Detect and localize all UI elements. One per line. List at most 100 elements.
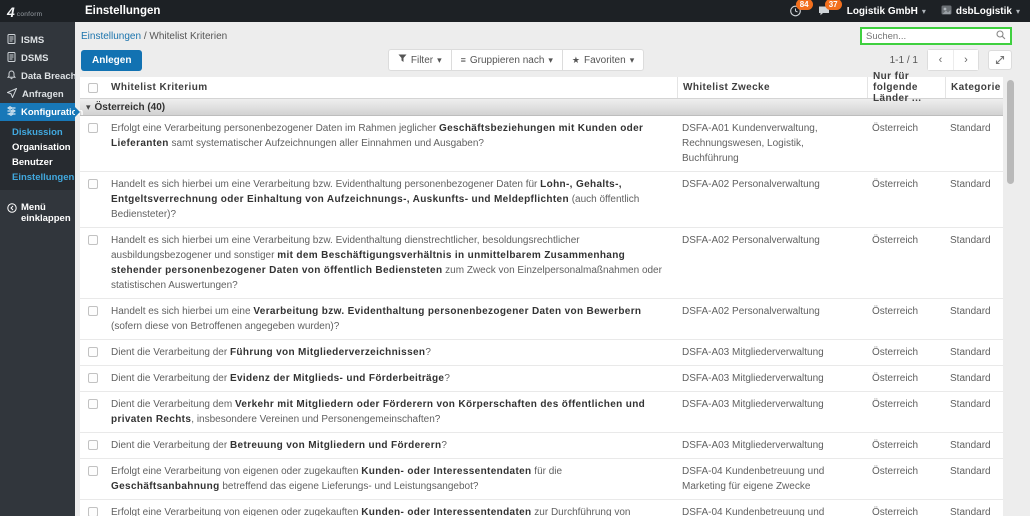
main-content: Einstellungen / Whitelist Kriterien Anle… [75, 22, 1030, 516]
sidebar-subitem-benutzer[interactable]: Benutzer [0, 155, 75, 170]
table-row[interactable]: Dient die Verarbeitung dem Verkehr mit M… [80, 392, 1003, 433]
criterion-cell: Dient die Verarbeitung der Betreuung von… [106, 433, 677, 458]
row-checkbox[interactable] [88, 466, 98, 476]
row-checkbox[interactable] [88, 373, 98, 383]
alarms-button[interactable]: 84 [789, 4, 803, 18]
sidebar-subitem-diskussion[interactable]: Diskussion [0, 125, 75, 140]
collapse-group-icon: ▾ [86, 102, 91, 113]
row-checkbox[interactable] [88, 440, 98, 450]
purpose-cell: DSFA-A03 Mitgliederverwaltung [677, 433, 867, 458]
user-name: dsbLogistik [956, 6, 1012, 17]
country-cell: Österreich [867, 459, 945, 499]
row-checkbox[interactable] [88, 123, 98, 133]
column-header-laender[interactable]: Nur für folgende Länder ... [867, 77, 945, 98]
favorites-button[interactable]: ★ Favoriten ▾ [562, 49, 644, 71]
country-cell: Österreich [867, 366, 945, 391]
topbar-actions: 84 37 Logistik GmbH ▾ dsbLogistik ▾ [789, 4, 1020, 18]
purpose-cell: DSFA-04 Kundenbetreuung und Marketing fü… [677, 459, 867, 499]
collapse-menu-label: Menü einklappen [21, 202, 71, 224]
sidebar-item-dsms[interactable]: DSMS [0, 49, 75, 67]
table-row[interactable]: Erfolgt eine Verarbeitung von eigenen od… [80, 500, 1003, 516]
sidebar-item-data-breach[interactable]: Data Breach [0, 67, 75, 85]
scrollbar-thumb[interactable] [1007, 80, 1014, 184]
table-row[interactable]: Handelt es sich hierbei um eine Verarbei… [80, 172, 1003, 228]
category-cell: Standard [945, 340, 1003, 365]
page-title: Einstellungen [85, 5, 160, 17]
purpose-cell: DSFA-A02 Personalverwaltung [677, 228, 867, 298]
breadcrumb-current: Whitelist Kriterien [149, 31, 227, 42]
sidebar-item-isms[interactable]: ISMS [0, 31, 75, 49]
search-box[interactable] [860, 27, 1012, 45]
table-row[interactable]: Dient die Verarbeitung der Evidenz der M… [80, 366, 1003, 392]
expand-button[interactable] [988, 50, 1012, 70]
filter-button[interactable]: Filter ▾ [388, 49, 452, 71]
logo-text: conform [17, 11, 43, 18]
document-icon [7, 52, 16, 65]
group-by-button[interactable]: ≡ Gruppieren nach ▾ [451, 49, 563, 71]
country-cell: Österreich [867, 392, 945, 432]
column-header-kategorie[interactable]: Kategorie [945, 77, 1003, 98]
sidebar: 4 conform ISMS DSMS Data Breach Anfragen [0, 0, 75, 516]
company-name: Logistik GmbH [847, 6, 918, 17]
paper-plane-icon [7, 88, 17, 101]
group-row-oesterreich[interactable]: ▾ Österreich (40) [80, 99, 1003, 116]
purpose-cell: DSFA-A03 Mitgliederverwaltung [677, 340, 867, 365]
row-checkbox[interactable] [88, 399, 98, 409]
sidebar-subitem-einstellungen[interactable]: Einstellungen [0, 170, 75, 185]
purpose-cell: DSFA-A03 Mitgliederverwaltung [677, 392, 867, 432]
konfiguration-submenu: Diskussion Organisation Benutzer Einstel… [0, 121, 75, 190]
company-menu[interactable]: Logistik GmbH ▾ [847, 6, 926, 17]
purpose-cell: DSFA-04 Kundenbetreuung und Marketing fü… [677, 500, 867, 516]
prev-page-button[interactable]: ‹ [928, 50, 953, 70]
category-cell: Standard [945, 459, 1003, 499]
column-header-zwecke[interactable]: Whitelist Zwecke [677, 77, 867, 98]
criterion-cell: Erfolgt eine Verarbeitung personenbezoge… [106, 116, 677, 171]
sidebar-nav: ISMS DSMS Data Breach Anfragen Konfigura… [0, 31, 75, 224]
table-row[interactable]: Handelt es sich hierbei um eine Verarbei… [80, 299, 1003, 340]
collapse-arrow-icon [7, 202, 17, 216]
sidebar-item-anfragen[interactable]: Anfragen [0, 85, 75, 103]
sidebar-item-label: Konfiguration [21, 107, 83, 118]
app-logo[interactable]: 4 conform [0, 0, 75, 22]
vertical-scrollbar[interactable] [1007, 77, 1014, 512]
messages-button[interactable]: 37 [818, 4, 832, 18]
category-cell: Standard [945, 366, 1003, 391]
table-row[interactable]: Dient die Verarbeitung der Betreuung von… [80, 433, 1003, 459]
table-row[interactable]: Erfolgt eine Verarbeitung von eigenen od… [80, 459, 1003, 500]
table-row[interactable]: Dient die Verarbeitung der Führung von M… [80, 340, 1003, 366]
country-cell: Österreich [867, 433, 945, 458]
criterion-cell: Erfolgt eine Verarbeitung von eigenen od… [106, 459, 677, 499]
row-checkbox[interactable] [88, 179, 98, 189]
alarms-badge: 84 [796, 0, 813, 10]
search-input[interactable] [866, 31, 996, 42]
category-cell: Standard [945, 392, 1003, 432]
select-all-checkbox[interactable] [88, 83, 98, 93]
row-checkbox[interactable] [88, 306, 98, 316]
star-icon: ★ [572, 55, 580, 66]
sidebar-item-konfiguration[interactable]: Konfiguration [0, 103, 75, 121]
breadcrumb-parent-link[interactable]: Einstellungen [81, 31, 141, 42]
next-page-button[interactable]: › [953, 50, 978, 70]
create-button[interactable]: Anlegen [81, 50, 142, 71]
row-checkbox[interactable] [88, 507, 98, 516]
user-menu[interactable]: dsbLogistik ▾ [941, 5, 1020, 18]
chevron-down-icon: ▾ [437, 55, 442, 66]
row-checkbox[interactable] [88, 235, 98, 245]
table-row[interactable]: Erfolgt eine Verarbeitung personenbezoge… [80, 116, 1003, 172]
table-header: Whitelist Kriterium Whitelist Zwecke Nur… [80, 77, 1003, 99]
group-by-icon: ≡ [461, 55, 466, 65]
criterion-cell: Dient die Verarbeitung der Führung von M… [106, 340, 677, 365]
chevron-down-icon: ▾ [1016, 7, 1020, 16]
pagination-range: 1-1 / 1 [890, 55, 918, 66]
country-cell: Österreich [867, 228, 945, 298]
country-cell: Österreich [867, 172, 945, 227]
sidebar-subitem-organisation[interactable]: Organisation [0, 140, 75, 155]
collapse-menu-button[interactable]: Menü einklappen [0, 202, 75, 224]
column-header-kriterium[interactable]: Whitelist Kriterium [106, 77, 677, 98]
table-row[interactable]: Handelt es sich hierbei um eine Verarbei… [80, 228, 1003, 299]
country-cell: Österreich [867, 299, 945, 339]
sidebar-item-label: ISMS [21, 35, 44, 46]
category-cell: Standard [945, 433, 1003, 458]
sidebar-item-label: DSMS [21, 53, 48, 64]
row-checkbox[interactable] [88, 347, 98, 357]
